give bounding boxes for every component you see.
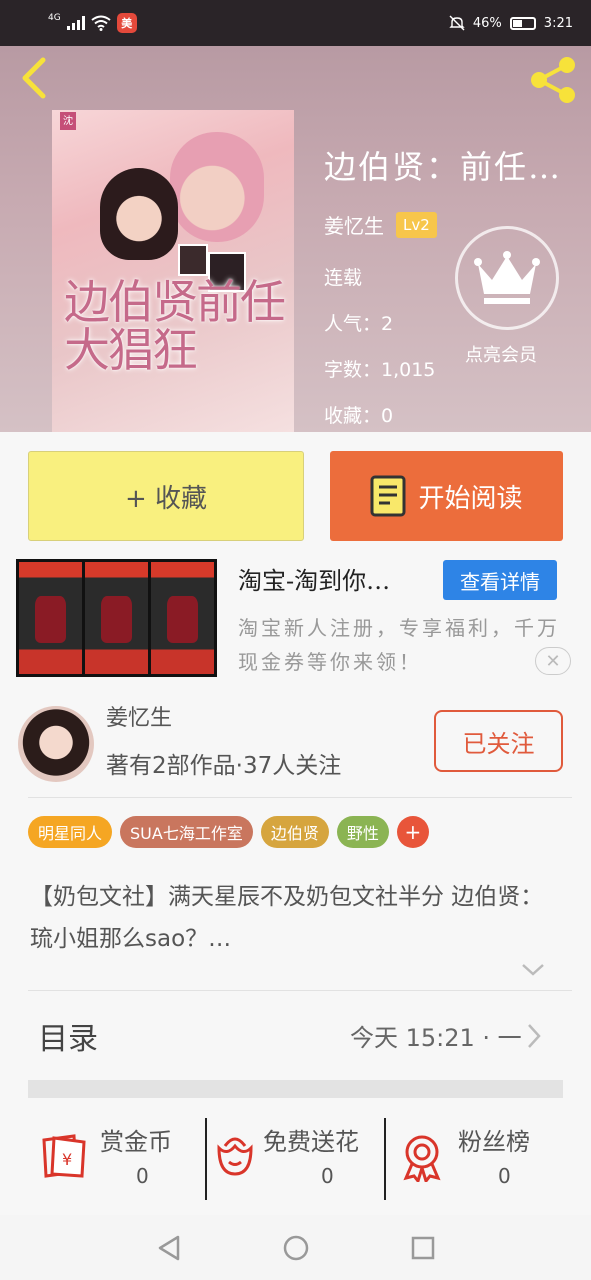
ad-image-shot (19, 562, 82, 674)
ad-banner[interactable]: 淘宝-淘到你… 查看详情 淘宝新人注册，专享福利，千万现金券等你来领！ ✕ (16, 559, 575, 683)
ad-description: 淘宝新人注册，专享福利，千万现金券等你来领！ (238, 616, 560, 674)
system-nav-bar (0, 1215, 591, 1280)
share-button[interactable] (527, 54, 579, 106)
author-section-name[interactable]: 姜忆生 (106, 700, 172, 732)
mute-icon (449, 15, 465, 31)
nav-recent-icon[interactable] (410, 1235, 436, 1261)
flower-icon (217, 1137, 253, 1176)
chevron-right-icon (528, 1024, 541, 1048)
signal-icon (66, 16, 85, 30)
stat-label: 粉丝榜 (458, 1128, 530, 1156)
wifi-icon (91, 15, 111, 31)
stat-value: 0 (136, 1164, 149, 1188)
favorite-button[interactable]: + 收藏 (28, 451, 304, 541)
toc-label: 目录 (38, 1022, 98, 1057)
favorite-button-label: + 收藏 (124, 483, 208, 514)
ad-image-shot (151, 562, 214, 674)
award-icon (403, 1135, 441, 1182)
stat-value: 0 (321, 1164, 334, 1188)
close-icon[interactable]: ✕ (535, 647, 571, 675)
cover-flag: 沈 (60, 112, 76, 130)
status-bar: 4G 美 46% 3:21 (0, 0, 591, 46)
tag[interactable]: 野性 (336, 816, 389, 848)
ad-details-button[interactable]: 查看详情 (443, 560, 557, 600)
main-panel: + 收藏 开始阅读 淘宝-淘到你… 查看详情 淘宝新人注册，专享福利，千万现金券… (0, 432, 591, 1215)
synopsis[interactable]: 【奶包文社】满天星辰不及奶包文社半分 边伯贤：琉小姐那么sao？… (30, 876, 566, 960)
reward-coins-button[interactable]: ¥ 赏金币 0 (28, 1118, 205, 1200)
red-envelope-icon: ¥ (42, 1134, 86, 1178)
author-stats: 著有2部作品·37人关注 (106, 753, 342, 779)
fan-ranking-button[interactable]: 粉丝榜 0 (384, 1118, 563, 1200)
author-section: 姜忆生 著有2部作品·37人关注 已关注 (18, 700, 573, 796)
tag[interactable]: SUA七海工作室 (120, 816, 253, 848)
book-title: 边伯贤：前任… (324, 148, 563, 186)
vip-button[interactable] (455, 226, 559, 330)
svg-text:¥: ¥ (62, 1150, 72, 1169)
book-header: 沈 边伯贤前任大猖狂 边伯贤：前任… 姜忆生 Lv2 连载 人气：2 字数：1,… (0, 46, 591, 432)
share-icon (531, 57, 575, 103)
stats-bar: ¥ 赏金币 0 免费送花 0 粉丝榜 0 (28, 1118, 563, 1200)
toc-update-time: 今天 15:21 · 一 (350, 1024, 522, 1052)
chevron-down-icon[interactable] (520, 962, 546, 978)
cover-title-art: 边伯贤前任大猖狂 (64, 275, 286, 378)
divider (28, 797, 572, 798)
start-reading-label: 开始阅读 (418, 483, 523, 514)
tag-list: 明星同人 SUA七海工作室 边伯贤 野性 + (28, 816, 429, 848)
cover-figure-left (100, 168, 178, 260)
network-type: 4G (48, 13, 61, 23)
author-name[interactable]: 姜忆生 (324, 210, 384, 239)
nav-back-icon[interactable] (156, 1234, 182, 1262)
avatar[interactable] (18, 706, 94, 782)
cover-photo-small (178, 244, 208, 276)
battery-icon (509, 16, 536, 30)
tag[interactable]: 明星同人 (28, 816, 113, 848)
book-icon (370, 475, 406, 517)
stat-label: 免费送花 (263, 1128, 359, 1156)
vip-label[interactable]: 点亮会员 (465, 342, 555, 370)
cover-figure-right (170, 132, 264, 242)
section-separator (28, 1080, 563, 1098)
add-tag-button[interactable]: + (396, 816, 429, 848)
battery-percent: 46% (472, 15, 502, 31)
divider (28, 990, 572, 991)
tag[interactable]: 边伯贤 (260, 816, 329, 848)
app-badge-icon: 美 (116, 13, 137, 33)
back-button[interactable] (14, 57, 54, 99)
popularity: 人气：2 (324, 313, 394, 335)
nav-home-icon[interactable] (282, 1234, 310, 1262)
ad-image[interactable] (16, 559, 217, 677)
stat-label: 赏金币 (100, 1128, 172, 1156)
clock: 3:21 (543, 15, 573, 31)
book-cover[interactable]: 沈 边伯贤前任大猖狂 (52, 110, 294, 432)
author-row: 姜忆生 Lv2 (324, 210, 586, 239)
level-badge: Lv2 (396, 211, 437, 238)
start-reading-button[interactable]: 开始阅读 (330, 451, 563, 541)
follow-button[interactable]: 已关注 (434, 710, 563, 772)
stat-value: 0 (498, 1164, 511, 1188)
ad-title[interactable]: 淘宝-淘到你… (238, 561, 434, 596)
ad-image-shot (85, 562, 148, 674)
favorite-count: 收藏：0 (324, 405, 394, 427)
back-arrow-icon (22, 57, 46, 99)
crown-icon (474, 251, 540, 304)
send-flowers-button[interactable]: 免费送花 0 (205, 1118, 384, 1200)
table-of-contents-row[interactable]: 目录 今天 15:21 · 一 (28, 992, 572, 1080)
